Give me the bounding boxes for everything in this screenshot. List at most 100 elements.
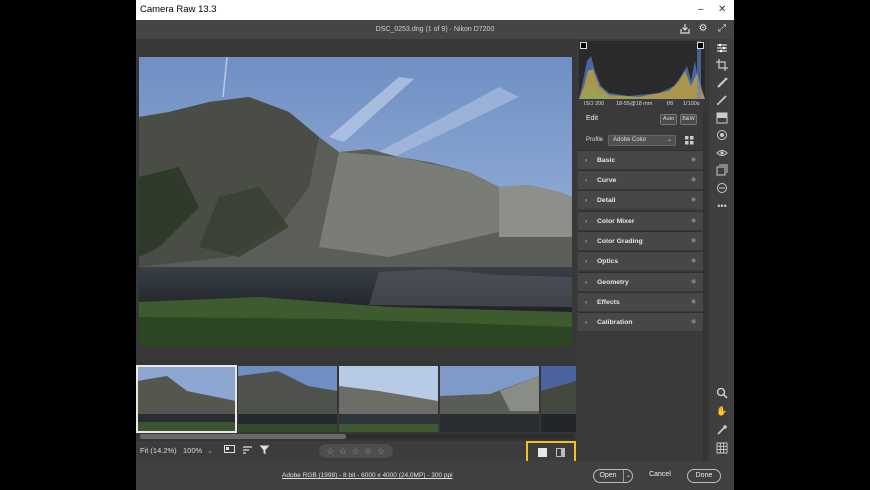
profile-browser-icon[interactable] <box>685 136 694 147</box>
edit-sliders-icon[interactable] <box>715 42 729 56</box>
chevron-down-icon: ⌄ <box>666 137 672 143</box>
workflow-options-link[interactable]: Adobe RGB (1998) - 8 bit - 6000 x 4000 (… <box>282 472 453 479</box>
profile-value: Adobe Color <box>613 137 647 143</box>
shadow-clipping-toggle[interactable] <box>580 42 587 49</box>
profile-select[interactable]: Adobe Color ⌄ <box>608 135 676 146</box>
grid-overlay-icon[interactable] <box>715 442 729 456</box>
zoom-level-select[interactable]: 100% <box>183 446 202 455</box>
open-button[interactable]: Open ⌄ <box>593 469 633 483</box>
scrollbar-thumb[interactable] <box>140 434 346 439</box>
cancel-button[interactable]: Cancel <box>645 469 675 483</box>
filmstrip-thumb[interactable] <box>339 366 438 432</box>
exif-iso: ISO 200 <box>584 101 605 107</box>
section-detail[interactable]: › Detail ◉ <box>578 190 703 209</box>
tool-strip: ••• ✋ <box>708 39 734 461</box>
presets-icon[interactable] <box>715 182 729 196</box>
zoom-fit[interactable]: Fit (14.2%) <box>140 446 177 455</box>
view-bar: Fit (14.2%) 100% ⌄ ☆ ☆ ☆ ☆ ☆ ⚑ <box>136 441 576 470</box>
close-icon[interactable]: ✕ <box>718 0 726 20</box>
section-curve[interactable]: › Curve ◉ <box>578 170 703 189</box>
section-color-mixer[interactable]: › Color Mixer ◉ <box>578 211 703 230</box>
filmstrip[interactable] <box>136 361 576 441</box>
section-geometry[interactable]: › Geometry ◉ <box>578 272 703 291</box>
filmstrip-thumb[interactable] <box>440 366 539 432</box>
histogram <box>579 41 705 99</box>
window-title: Camera Raw 13.3 <box>140 4 217 15</box>
section-effects[interactable]: › Effects ◉ <box>578 292 703 311</box>
section-optics[interactable]: › Optics ◉ <box>578 251 703 270</box>
chevron-right-icon: › <box>585 279 588 286</box>
auto-button[interactable]: Auto <box>660 114 677 125</box>
filter-icon[interactable] <box>259 445 270 457</box>
chevron-right-icon: › <box>585 197 588 204</box>
highlight-clipping-toggle[interactable] <box>697 42 704 49</box>
rating-stars[interactable]: ☆ ☆ ☆ ☆ ☆ ⚑ <box>319 444 393 470</box>
eye-icon[interactable]: ◉ <box>691 212 696 231</box>
chevron-down-icon[interactable]: ⌄ <box>624 470 633 482</box>
done-button[interactable]: Done <box>687 469 721 483</box>
section-label: Calibration <box>597 319 633 326</box>
adjustment-brush-icon[interactable] <box>715 94 729 108</box>
file-info: DSC_0253.dng (1 of 9) · Nikon D7200 <box>375 26 495 33</box>
compare-view-icon[interactable] <box>556 448 565 459</box>
chevron-right-icon: › <box>585 258 588 265</box>
panel-scrollbar[interactable] <box>703 111 707 461</box>
eye-icon[interactable]: ◉ <box>691 252 696 271</box>
chevron-right-icon: › <box>585 299 588 306</box>
sort-icon[interactable] <box>242 445 253 457</box>
filmstrip-thumb[interactable] <box>238 366 337 432</box>
filmstrip-icon[interactable] <box>224 445 235 457</box>
chevron-right-icon: › <box>585 157 588 164</box>
radial-filter-icon[interactable] <box>715 129 729 143</box>
healing-brush-icon[interactable] <box>715 77 729 91</box>
section-label: Optics <box>597 258 619 265</box>
single-view-icon[interactable] <box>538 448 547 459</box>
eye-icon[interactable]: ◉ <box>691 171 696 190</box>
chevron-right-icon: › <box>585 319 588 326</box>
chevron-down-icon[interactable]: ⌄ <box>207 446 213 455</box>
eye-icon[interactable]: ◉ <box>691 232 696 251</box>
eye-icon[interactable]: ◉ <box>691 293 696 312</box>
filmstrip-thumb[interactable] <box>136 365 237 433</box>
section-calibration[interactable]: › Calibration ◉ <box>578 312 703 331</box>
filmstrip-scrollbar[interactable] <box>140 434 574 439</box>
eye-icon[interactable]: ◉ <box>691 191 696 210</box>
edit-panel: ISO 200 18-55@18 mm f/8 1/100s Edit Auto… <box>576 39 708 461</box>
red-eye-icon[interactable] <box>715 147 729 161</box>
open-label: Open <box>599 472 617 479</box>
graduated-filter-icon[interactable] <box>715 112 729 126</box>
edit-title: Edit <box>586 115 599 122</box>
section-label: Color Mixer <box>597 218 635 225</box>
eye-icon[interactable]: ◉ <box>691 273 696 292</box>
crop-icon[interactable] <box>715 59 729 73</box>
section-basic[interactable]: › Basic ◉ <box>578 150 703 169</box>
view-mode-highlight <box>526 441 576 463</box>
section-label: Detail <box>597 197 616 204</box>
section-label: Geometry <box>597 279 629 286</box>
snapshots-icon[interactable] <box>715 164 729 178</box>
chevron-right-icon: › <box>585 177 588 184</box>
section-color-grading[interactable]: › Color Grading ◉ <box>578 231 703 250</box>
minimize-icon[interactable]: – <box>698 0 704 20</box>
save-icon[interactable] <box>679 23 691 35</box>
edit-header: Edit Auto B&W <box>576 111 708 129</box>
gear-icon[interactable]: ⚙ <box>697 23 709 35</box>
star-rating[interactable]: ☆ ☆ ☆ ☆ ☆ <box>326 446 385 456</box>
file-info-bar: DSC_0253.dng (1 of 9) · Nikon D7200 ⚙ ⤢ <box>136 20 734 39</box>
eye-icon[interactable]: ◉ <box>691 313 696 332</box>
more-icon[interactable]: ••• <box>715 199 729 213</box>
image-canvas[interactable] <box>136 39 576 361</box>
fullscreen-icon[interactable]: ⤢ <box>716 23 728 35</box>
eye-icon[interactable]: ◉ <box>691 151 696 170</box>
hand-icon[interactable]: ✋ <box>715 404 729 418</box>
eyedropper-icon[interactable] <box>715 424 729 438</box>
section-label: Effects <box>597 299 620 306</box>
bw-button[interactable]: B&W <box>680 114 697 125</box>
zoom-icon[interactable] <box>715 387 729 401</box>
bottom-bar: Adobe RGB (1998) - 8 bit - 6000 x 4000 (… <box>136 461 734 490</box>
filmstrip-thumb[interactable] <box>541 366 576 432</box>
title-bar: Camera Raw 13.3 – ✕ <box>136 0 734 20</box>
profile-row: Profile Adobe Color ⌄ <box>576 133 708 149</box>
exif-aperture: f/8 <box>667 101 674 107</box>
main-photo <box>139 57 572 347</box>
